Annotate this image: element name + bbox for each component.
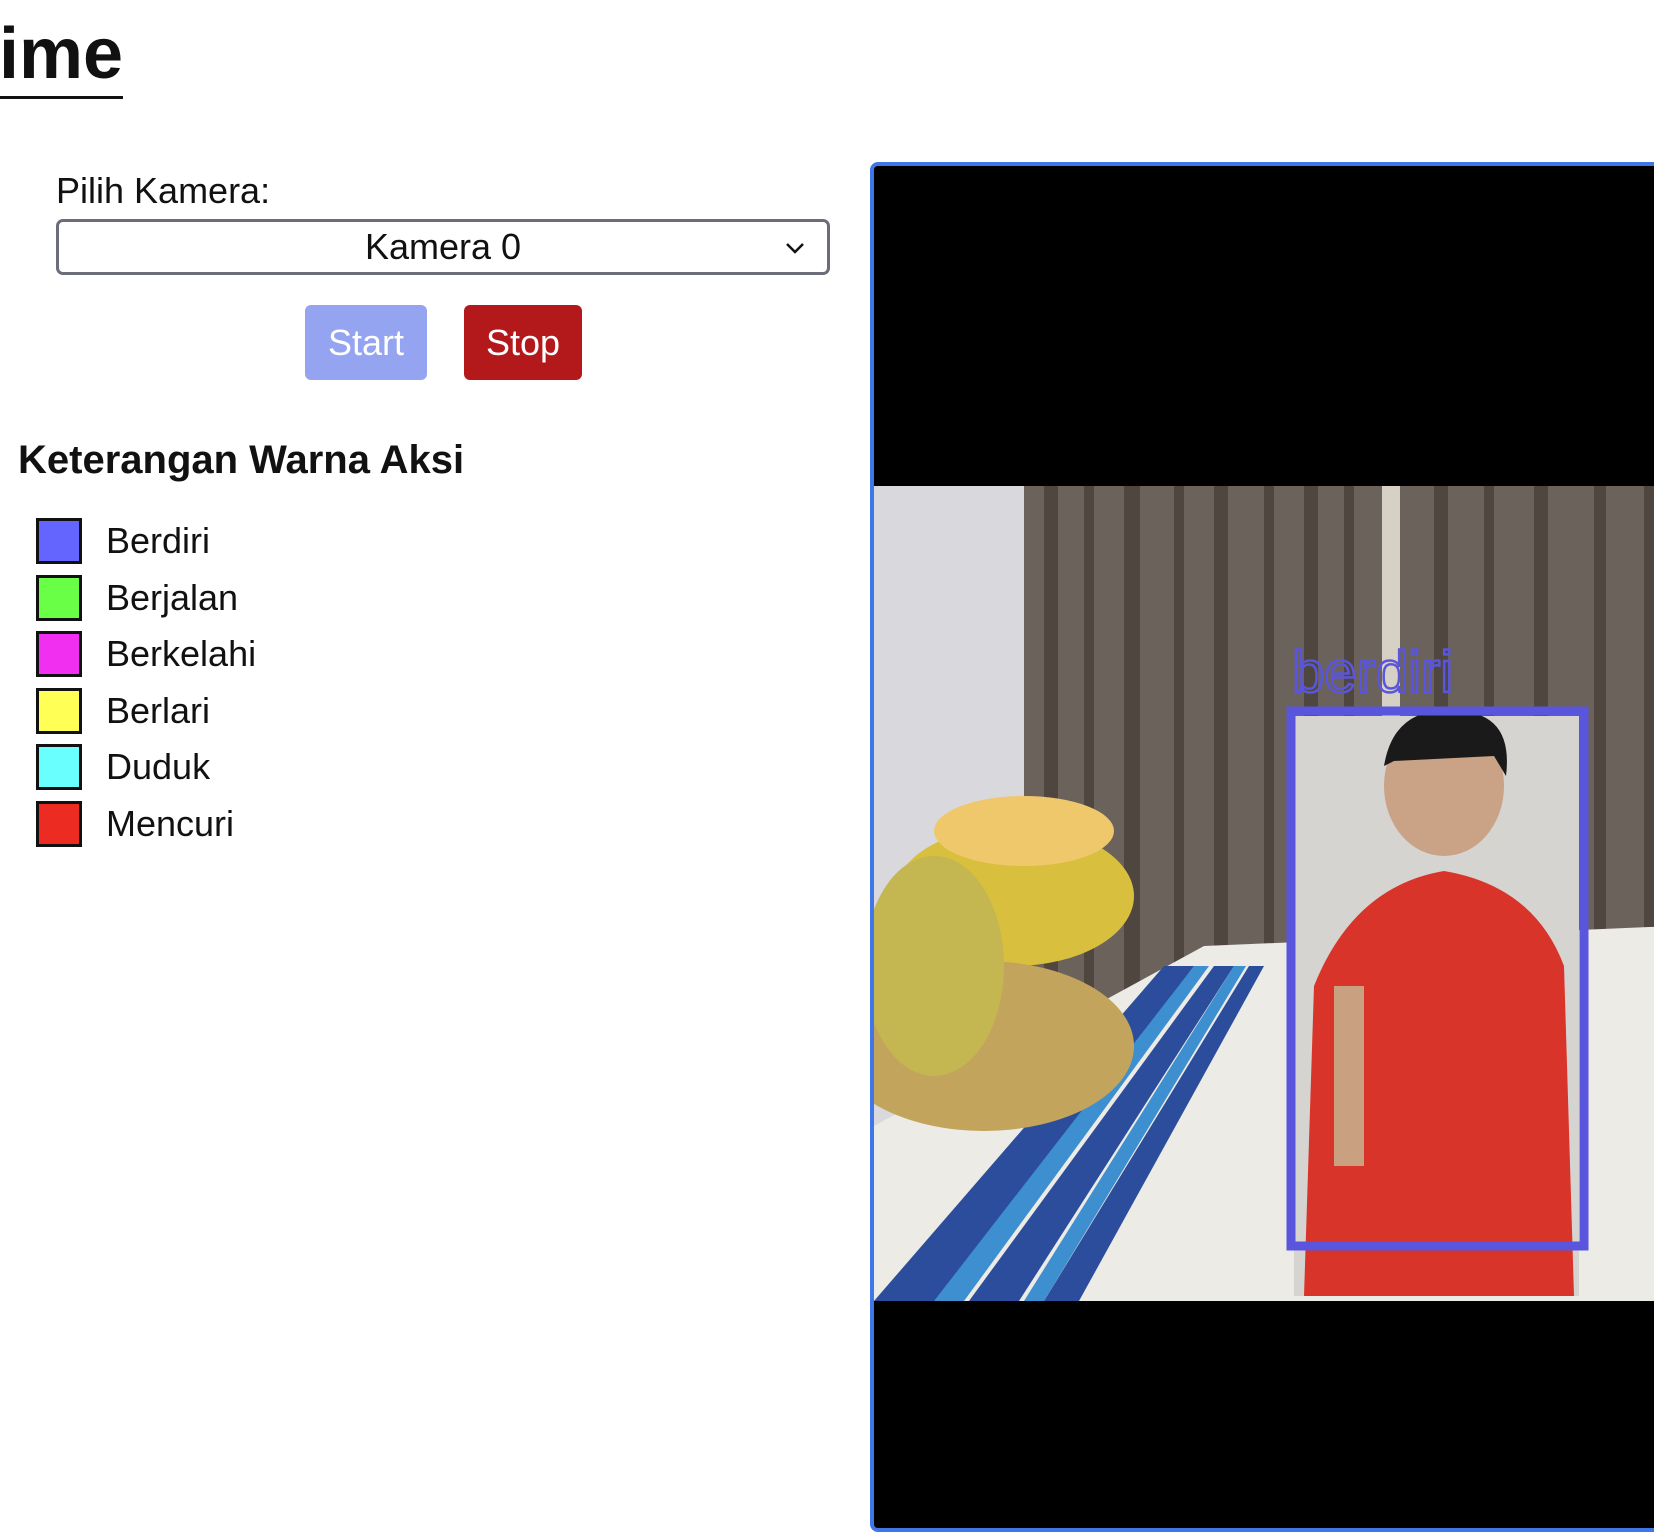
legend-item: Berjalan bbox=[36, 570, 256, 627]
chevron-down-icon bbox=[786, 243, 804, 254]
legend-label: Berlari bbox=[106, 689, 211, 731]
legend-item: Berkelahi bbox=[36, 626, 256, 683]
legend-swatch bbox=[36, 574, 82, 621]
video-scene: berdiri bbox=[874, 166, 1654, 1528]
legend-swatch bbox=[36, 800, 82, 847]
legend-list: Berdiri Berjalan Berkelahi Berlari Duduk… bbox=[36, 513, 256, 852]
camera-select-value: Kamera 0 bbox=[364, 226, 522, 267]
legend-label: Berkelahi bbox=[106, 633, 257, 675]
legend-label: Berjalan bbox=[106, 576, 239, 618]
start-button[interactable]: Start bbox=[305, 305, 427, 380]
legend-label: Berdiri bbox=[106, 520, 211, 562]
legend-label: Mencuri bbox=[106, 802, 235, 844]
stop-button[interactable]: Stop bbox=[464, 305, 582, 380]
camera-select[interactable]: Kamera 0 bbox=[56, 219, 830, 275]
legend-swatch bbox=[36, 744, 82, 791]
legend-item: Mencuri bbox=[36, 796, 256, 853]
legend-swatch bbox=[36, 631, 82, 678]
legend-label: Duduk bbox=[106, 746, 211, 788]
legend-title: Keterangan Warna Aksi bbox=[18, 438, 465, 482]
legend-item: Berlari bbox=[36, 683, 256, 740]
legend-swatch bbox=[36, 687, 82, 734]
legend-item: Berdiri bbox=[36, 513, 256, 570]
legend-item: Duduk bbox=[36, 739, 256, 796]
detection-label: berdiri bbox=[1292, 640, 1453, 705]
video-feed: berdiri bbox=[870, 162, 1654, 1532]
camera-select-label: Pilih Kamera: bbox=[56, 170, 271, 211]
page-title: ime bbox=[0, 18, 124, 99]
person-figure bbox=[1294, 710, 1579, 1296]
legend-swatch bbox=[36, 518, 82, 565]
